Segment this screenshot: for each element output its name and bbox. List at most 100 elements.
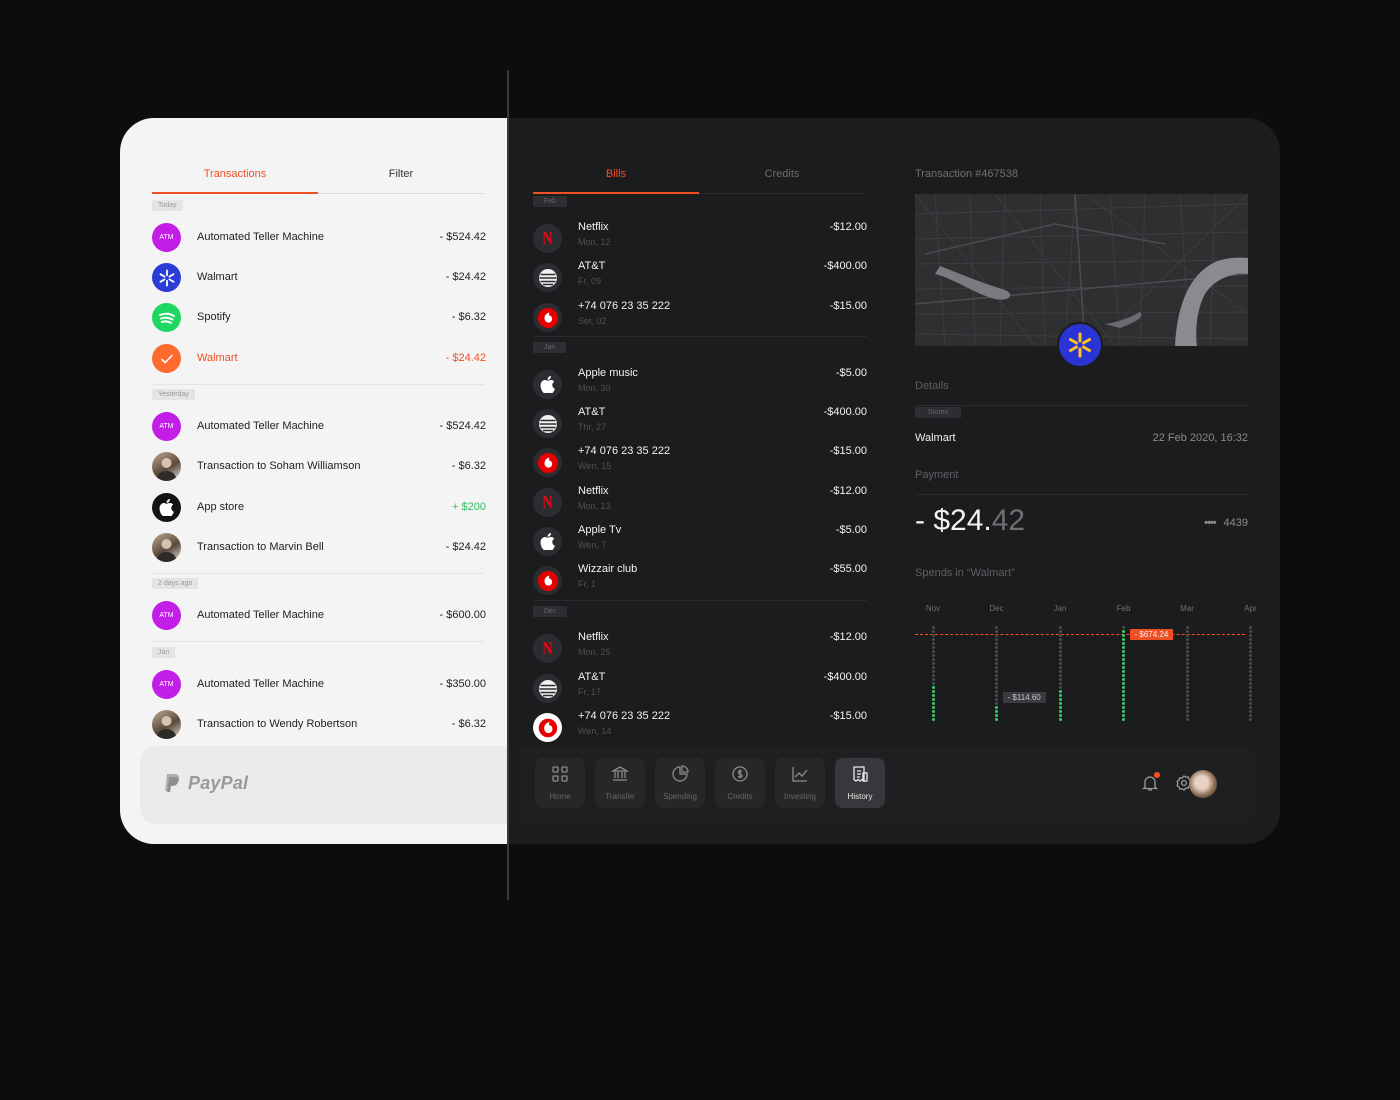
- bill-date: Mon, 12: [578, 237, 611, 247]
- bill-row[interactable]: AT&T Fr, 17 -$400.00: [533, 671, 867, 705]
- receipt-icon: [851, 765, 869, 788]
- vodafone-icon: [533, 713, 562, 742]
- payment-amount-main: - $24.: [915, 504, 992, 537]
- atm-icon: ATM: [152, 670, 181, 699]
- transaction-row[interactable]: Transaction to Wendy Robertson - $6.32: [152, 708, 486, 742]
- nav-label: Spending: [663, 792, 697, 801]
- transaction-row[interactable]: ATM Automated Teller Machine - $600.00: [152, 599, 486, 633]
- transaction-row[interactable]: ATM Automated Teller Machine - $524.42: [152, 410, 486, 444]
- transaction-row[interactable]: ATM Automated Teller Machine - $350.00: [152, 668, 486, 702]
- vodafone-icon: [533, 303, 562, 332]
- tab-filter[interactable]: Filter: [318, 168, 484, 180]
- paypal-logo: PayPal: [162, 772, 248, 794]
- transactions-panel: Transactions Filter Today ATM Automated Te…: [120, 118, 509, 844]
- spends-label: Spends in “Walmart”: [915, 567, 1015, 579]
- bill-row[interactable]: N Netflix Mon, 12 -$12.00: [533, 221, 867, 255]
- store-date: 22 Feb 2020, 16:32: [1152, 432, 1248, 444]
- spends-chart: Nov Dec Jan Feb Mar Apr - $674.24 - $114.60: [905, 598, 1257, 728]
- store-name: Walmart: [915, 432, 956, 444]
- nav-home[interactable]: Home: [535, 758, 585, 808]
- paypal-icon: [165, 774, 180, 792]
- transaction-row[interactable]: Walmart - $24.42: [152, 261, 486, 295]
- bill-row[interactable]: Apple music Mon, 30 -$5.00: [533, 367, 867, 401]
- bill-row[interactable]: N Netflix Mon, 25 -$12.00: [533, 631, 867, 665]
- transaction-row[interactable]: Walmart - $24.42: [152, 342, 486, 376]
- bill-row[interactable]: +74 076 23 35 222 Set, 02 -$15.00: [533, 300, 867, 334]
- bill-row[interactable]: Wizzair club Fr, 1 -$55.00: [533, 563, 867, 597]
- apple-icon: [152, 493, 181, 522]
- grid-icon: [551, 765, 569, 788]
- value-badge: - $114.60: [1002, 692, 1046, 703]
- group-divider: [152, 641, 484, 642]
- bank-icon: [610, 765, 630, 788]
- netflix-icon: N: [533, 488, 562, 517]
- transaction-row[interactable]: Transaction to Marvin Bell - $24.42: [152, 531, 486, 565]
- bill-date: Mon, 13: [578, 501, 611, 511]
- bill-date: Wen, 14: [578, 726, 612, 736]
- nav-investing[interactable]: Investing: [775, 758, 825, 808]
- bill-name: Netflix: [578, 485, 609, 497]
- notifications-button[interactable]: [1141, 772, 1160, 797]
- transaction-amount: - $24.42: [445, 541, 486, 553]
- group-label: Jan: [533, 342, 567, 353]
- transaction-amount: - $524.42: [439, 231, 486, 243]
- bill-row[interactable]: AT&T Thr, 27 -$400.00: [533, 406, 867, 440]
- active-tab-underline: [533, 192, 699, 194]
- spotify-icon: [152, 303, 181, 332]
- transaction-row[interactable]: App store + $200: [152, 491, 486, 525]
- transaction-name: Transaction to Wendy Robertson: [197, 718, 358, 730]
- transaction-row[interactable]: ATM Automated Teller Machine - $524.42: [152, 221, 486, 255]
- bill-row[interactable]: N Netflix Mon, 13 -$12.00: [533, 485, 867, 519]
- bar-nov: [931, 626, 935, 722]
- bill-amount: -$15.00: [829, 445, 867, 457]
- nav-spending[interactable]: Spending: [655, 758, 705, 808]
- transaction-row[interactable]: Transaction to Soham Williamson - $6.32: [152, 450, 486, 484]
- bill-date: Thr, 27: [578, 422, 607, 432]
- transaction-row[interactable]: Spotify - $6.32: [152, 301, 486, 335]
- bar-jan: [1058, 626, 1062, 722]
- bill-name: +74 076 23 35 222: [578, 300, 671, 312]
- apple-icon: [533, 527, 562, 556]
- nav-label: Investing: [783, 792, 817, 801]
- att-icon: [533, 263, 562, 292]
- transaction-name: App store: [197, 501, 245, 513]
- user-avatar[interactable]: [1189, 770, 1217, 798]
- month-label: Mar: [1180, 604, 1194, 613]
- bill-date: Fr, 1: [578, 579, 597, 589]
- group-divider: [533, 336, 867, 337]
- group-label: 2 days ago: [152, 578, 199, 589]
- transaction-amount: - $6.32: [451, 311, 486, 323]
- tab-bills[interactable]: Bills: [533, 168, 699, 180]
- transaction-name: Transaction to Marvin Bell: [197, 541, 324, 553]
- month-label: Feb: [1116, 604, 1131, 613]
- active-tab-underline: [152, 192, 318, 194]
- bill-row[interactable]: Apple Tv Wen, 7 -$5.00: [533, 524, 867, 558]
- paypal-bar[interactable]: PayPal: [140, 746, 509, 824]
- bill-name: AT&T: [578, 671, 606, 683]
- walmart-icon: [152, 263, 181, 292]
- month-label: Dec: [989, 604, 1004, 613]
- tab-transactions[interactable]: Transactions: [152, 168, 318, 180]
- payment-amount: - $24.42: [915, 504, 1025, 538]
- nav-history[interactable]: History: [835, 758, 885, 808]
- transaction-name: Automated Teller Machine: [197, 231, 324, 243]
- payment-amount-cents: 42: [991, 504, 1026, 537]
- bill-name: Netflix: [578, 631, 609, 643]
- att-icon: [533, 409, 562, 438]
- group-label: Jan: [152, 647, 176, 658]
- nav-transfer[interactable]: Transfer: [595, 758, 645, 808]
- bill-date: Fr, 09: [578, 276, 602, 286]
- details-label: Details: [915, 380, 949, 392]
- tab-credits[interactable]: Credits: [699, 168, 865, 180]
- bill-name: AT&T: [578, 406, 606, 418]
- bottom-nav: Home Transfer Spending Credits Investing Hist…: [519, 746, 1257, 824]
- bill-row[interactable]: AT&T Fr, 09 -$400.00: [533, 260, 867, 294]
- bill-name: +74 076 23 35 222: [578, 710, 671, 722]
- bill-row[interactable]: +74 076 23 35 222 Wen, 15 -$15.00: [533, 445, 867, 479]
- notification-dot: [1154, 772, 1160, 778]
- group-divider: [152, 384, 484, 385]
- nav-credits[interactable]: Credits: [715, 758, 765, 808]
- card-dots: ••••: [1204, 517, 1216, 529]
- bill-row[interactable]: +74 076 23 35 222 Wen, 14 -$15.00: [533, 710, 867, 744]
- walmart-map-pin[interactable]: [1057, 322, 1103, 368]
